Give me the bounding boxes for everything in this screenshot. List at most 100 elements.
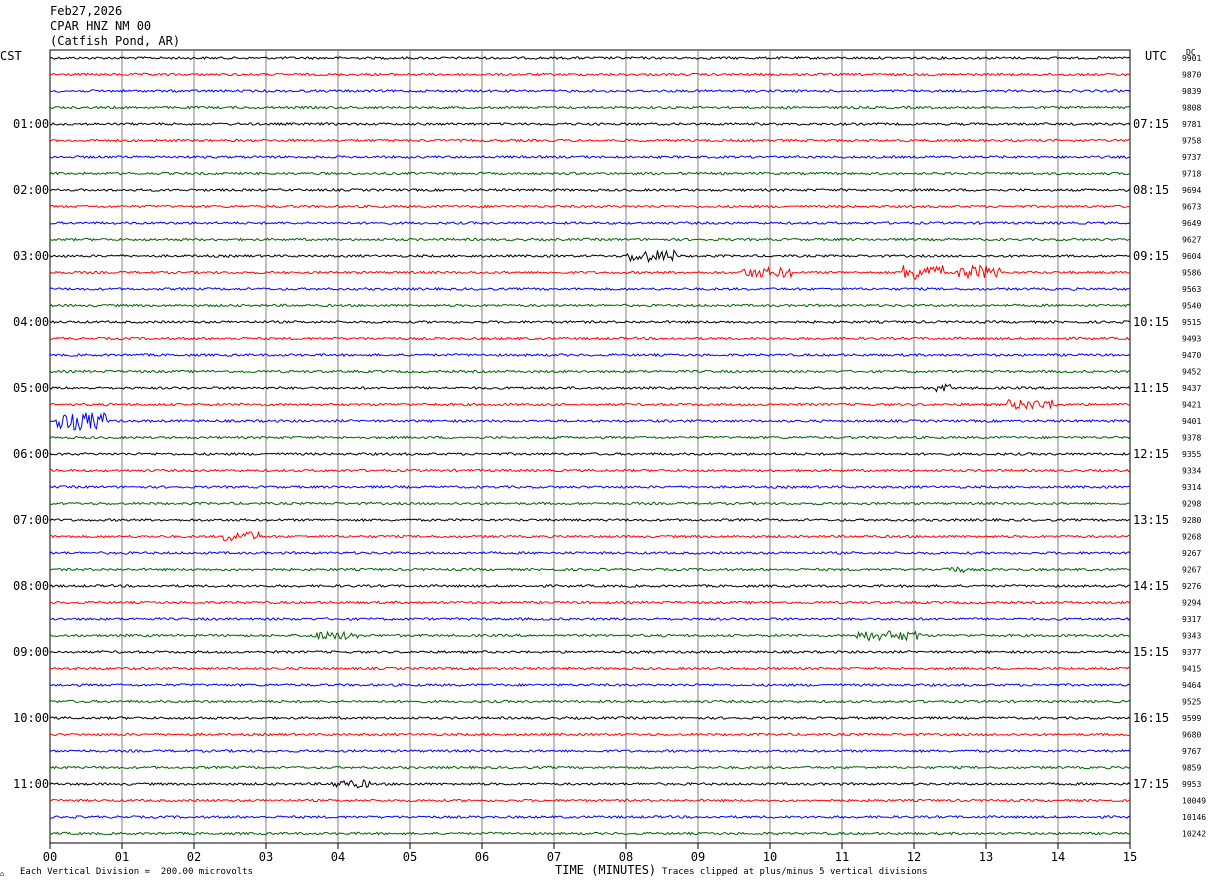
x-tick-label: 13 (979, 850, 993, 864)
dc-offset-label: 9540 (1182, 302, 1201, 311)
trace-line (49, 220, 1131, 225)
dc-offset-label: 9298 (1182, 500, 1201, 509)
trace-line (49, 336, 1131, 341)
right-hour-label: 10:15 (1133, 315, 1169, 329)
right-hour-label: 12:15 (1133, 447, 1169, 461)
right-hour-label: 14:15 (1133, 579, 1169, 593)
helicorder-chart: 00 01 02 03 04 05 06 07 08 09 10 11 12 13 14 15 9901 9870… (13, 49, 1206, 864)
left-hour-label: 06:00 (13, 447, 49, 461)
dc-offset-label: 9464 (1182, 681, 1201, 690)
right-hour-label: 11:15 (1133, 381, 1169, 395)
trace-line (49, 369, 1131, 374)
trace-line (49, 154, 1131, 160)
trace-line (49, 617, 1131, 621)
trace-line (49, 352, 1131, 358)
dc-offset-label: 9718 (1182, 170, 1201, 179)
left-hour-label: 04:00 (13, 315, 49, 329)
dc-offset-label: 9839 (1182, 87, 1201, 96)
trace-line (49, 72, 1131, 77)
trace-line (49, 683, 1131, 688)
trace-line (49, 399, 1131, 411)
trace-line (49, 121, 1131, 126)
dc-offset-label: 9758 (1182, 137, 1201, 146)
x-tick-label: 04 (331, 850, 345, 864)
trace-line (49, 286, 1131, 292)
dc-offset-label: 9378 (1182, 434, 1201, 443)
plot-frame (49, 49, 1131, 844)
trace-line (49, 187, 1131, 192)
dc-offset-label: 10146 (1182, 813, 1206, 822)
dc-offset-label: 9268 (1182, 533, 1201, 542)
trace-line (49, 765, 1131, 770)
dc-offset-label: 9437 (1182, 384, 1201, 393)
trace-line (49, 484, 1131, 489)
x-tick-label: 06 (475, 850, 489, 864)
dc-offset-label: 9953 (1182, 780, 1201, 789)
dc-offset-label: 9377 (1182, 648, 1201, 657)
dc-offset-label: 9781 (1182, 120, 1201, 129)
trace-line (49, 779, 1131, 789)
dc-offset-label: 9649 (1182, 219, 1201, 228)
dc-offset-label: 9470 (1182, 351, 1201, 360)
x-tick-label: 01 (115, 850, 129, 864)
trace-line (49, 411, 1131, 432)
logo-mark-icon: ⌂ (0, 870, 5, 878)
x-tick-label: 09 (691, 850, 705, 864)
trace-line (49, 600, 1131, 605)
dc-offset-label: 9334 (1182, 467, 1201, 476)
trace-line (49, 138, 1131, 143)
dc-offset-label: 9415 (1182, 665, 1201, 674)
dc-offset-label: 9859 (1182, 764, 1201, 773)
x-tick-label: 15 (1123, 850, 1137, 864)
dc-offset-label: 10049 (1182, 797, 1206, 806)
dc-offset-label: 9680 (1182, 731, 1201, 740)
x-tick-label: 12 (907, 850, 921, 864)
dc-offset-label: 9267 (1182, 549, 1201, 558)
dc-offset-label: 9343 (1182, 632, 1201, 641)
dc-offset-label: 9314 (1182, 483, 1201, 492)
dc-offset-label: 9401 (1182, 417, 1201, 426)
trace-line (49, 435, 1131, 440)
x-tick-label: 07 (547, 850, 561, 864)
dc-offset-label: 9604 (1182, 252, 1201, 261)
dc-offset-label: 9599 (1182, 714, 1201, 723)
trace-line (49, 748, 1131, 754)
right-hour-label: 08:15 (1133, 183, 1169, 197)
dc-offset-label: 9355 (1182, 450, 1201, 459)
x-tick-label: 08 (619, 850, 633, 864)
dc-offset-label: 9525 (1182, 698, 1201, 707)
left-hour-label: 02:00 (13, 183, 49, 197)
x-tick-label: 02 (187, 850, 201, 864)
dc-offset-label: 9421 (1182, 401, 1201, 410)
right-hour-label: 15:15 (1133, 645, 1169, 659)
dc-offset-label: 9276 (1182, 582, 1201, 591)
left-hour-label: 11:00 (13, 777, 49, 791)
trace-line (49, 319, 1131, 325)
left-hour-label: 09:00 (13, 645, 49, 659)
trace-line (49, 264, 1131, 280)
trace-line (49, 831, 1131, 836)
x-tick-label: 05 (403, 850, 417, 864)
dc-offset-label: 9586 (1182, 269, 1201, 278)
trace-line (49, 530, 1131, 542)
x-axis-label: TIME (MINUTES) (555, 863, 657, 877)
trace-line (50, 88, 1131, 93)
left-hour-label: 03:00 (13, 249, 49, 263)
trace-line (49, 468, 1131, 473)
dc-offset-label: 9901 (1182, 54, 1201, 63)
dc-offset-label: 9280 (1182, 516, 1201, 525)
dc-offset-label: 9317 (1182, 615, 1201, 624)
footer-clip-note: Traces clipped at plus/minus 5 vertical … (662, 867, 928, 877)
trace-line (49, 171, 1131, 176)
trace-line (49, 630, 1131, 642)
trace-line (49, 551, 1131, 556)
left-hour-label: 07:00 (13, 513, 49, 527)
dc-offset-label: 9294 (1182, 599, 1201, 608)
dc-offset-label: 9767 (1182, 747, 1201, 756)
trace-line (49, 715, 1131, 721)
right-hour-label: 17:15 (1133, 777, 1169, 791)
trace-line (49, 303, 1131, 308)
dc-offset-label: 9267 (1182, 566, 1201, 575)
trace-line (49, 584, 1130, 589)
trace-line (49, 815, 1131, 820)
